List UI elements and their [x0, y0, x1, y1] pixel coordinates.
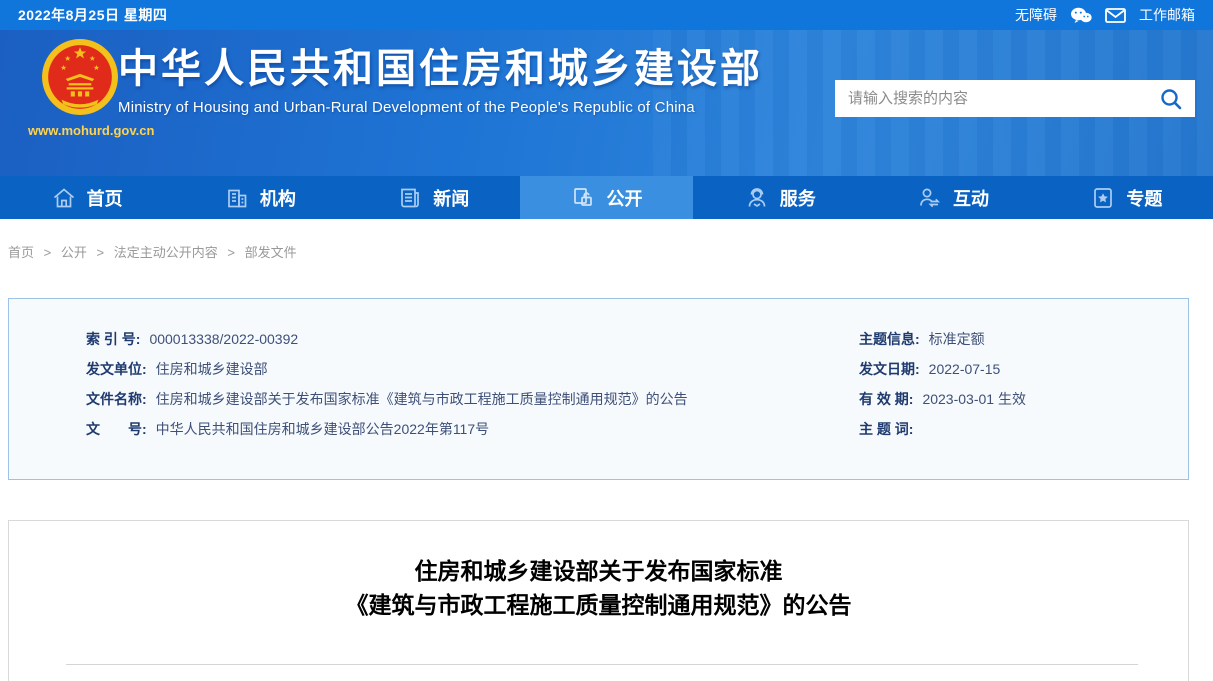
- news-icon: [397, 185, 423, 211]
- article-title: 住房和城乡建设部关于发布国家标准 《建筑与市政工程施工质量控制通用规范》的公告: [9, 554, 1188, 622]
- breadcrumb-ministry-documents[interactable]: 部发文件: [245, 245, 297, 260]
- nav-label: 新闻: [433, 188, 470, 209]
- title-divider: [66, 664, 1138, 665]
- article-title-line1: 住房和城乡建设部关于发布国家标准: [414, 558, 783, 584]
- document-info-card: 索 引 号: 000013338/2022-00392 发文单位: 住房和城乡建…: [8, 298, 1189, 480]
- info-label: 发文日期:: [859, 361, 920, 377]
- wechat-icon[interactable]: [1070, 7, 1092, 24]
- breadcrumb: 首页 > 公开 > 法定主动公开内容 > 部发文件: [0, 219, 1213, 261]
- info-label: 文 号:: [86, 421, 147, 437]
- info-value: 2022-07-15: [928, 361, 1001, 377]
- article-title-line2: 《建筑与市政工程施工质量控制通用规范》的公告: [345, 592, 852, 618]
- topics-icon: [1090, 185, 1116, 211]
- info-value: 2023-03-01 生效: [922, 391, 1026, 407]
- info-row-issue-date: 发文日期: 2022-07-15: [859, 354, 1188, 384]
- national-emblem-logo: [41, 39, 119, 120]
- nav-label: 专题: [1126, 188, 1163, 209]
- nav-label: 互动: [953, 188, 990, 209]
- breadcrumb-separator: >: [43, 245, 52, 260]
- breadcrumb-home[interactable]: 首页: [8, 245, 34, 260]
- article-card: 住房和城乡建设部关于发布国家标准 《建筑与市政工程施工质量控制通用规范》的公告 …: [8, 520, 1189, 681]
- site-header: www.mohurd.gov.cn 中华人民共和国住房和城乡建设部 Minist…: [0, 30, 1213, 176]
- nav-item-topics[interactable]: 专题: [1040, 176, 1213, 219]
- nav-label: 服务: [779, 188, 816, 209]
- breadcrumb-separator: >: [227, 245, 235, 260]
- search-icon[interactable]: [1160, 88, 1182, 110]
- top-bar: 2022年8月25日 星期四 无障碍 工作邮箱: [0, 0, 1213, 30]
- site-url: www.mohurd.gov.cn: [28, 123, 155, 138]
- main-nav: 首页 机构 新闻 公开 服务 互动 专题: [0, 176, 1213, 219]
- info-row-keywords: 主 题 词:: [859, 414, 1188, 444]
- info-label: 主题信息:: [859, 331, 920, 347]
- info-row-effective-date: 有 效 期: 2023-03-01 生效: [859, 384, 1188, 414]
- breadcrumb-separator: >: [96, 245, 105, 260]
- organization-icon: [224, 185, 250, 211]
- nav-item-interaction[interactable]: 互动: [866, 176, 1039, 219]
- info-row-document-name: 文件名称: 住房和城乡建设部关于发布国家标准《建筑与市政工程施工质量控制通用规范…: [86, 384, 859, 414]
- info-label: 主 题 词:: [859, 421, 914, 437]
- nav-item-news[interactable]: 新闻: [347, 176, 520, 219]
- nav-item-disclosure[interactable]: 公开: [519, 176, 694, 219]
- info-row-index-number: 索 引 号: 000013338/2022-00392: [86, 324, 859, 354]
- home-icon: [51, 185, 77, 211]
- nav-item-services[interactable]: 服务: [693, 176, 866, 219]
- info-value: 000013338/2022-00392: [149, 331, 299, 347]
- site-title: 中华人民共和国住房和城乡建设部: [118, 47, 763, 91]
- info-row-subject-info: 主题信息: 标准定额: [859, 324, 1188, 354]
- breadcrumb-disclosure[interactable]: 公开: [61, 245, 87, 260]
- nav-label: 公开: [606, 188, 643, 209]
- info-value: 中华人民共和国住房和城乡建设部公告2022年第117号: [155, 421, 490, 437]
- interaction-icon: [917, 185, 943, 211]
- nav-label: 机构: [259, 188, 296, 209]
- breadcrumb-statutory-content[interactable]: 法定主动公开内容: [114, 245, 218, 260]
- search-input[interactable]: [848, 90, 1160, 107]
- info-label: 发文单位:: [86, 361, 147, 377]
- info-label: 文件名称:: [86, 391, 147, 407]
- disclosure-icon: [570, 185, 596, 211]
- info-value: 住房和城乡建设部: [155, 361, 268, 377]
- service-icon: [744, 185, 770, 211]
- accessibility-link[interactable]: 无障碍: [1015, 5, 1057, 25]
- info-label: 有 效 期:: [859, 391, 914, 407]
- info-row-issuing-unit: 发文单位: 住房和城乡建设部: [86, 354, 859, 384]
- nav-label: 首页: [86, 188, 123, 209]
- nav-item-home[interactable]: 首页: [0, 176, 173, 219]
- mail-icon: [1105, 7, 1126, 23]
- site-subtitle: Ministry of Housing and Urban-Rural Deve…: [118, 99, 695, 116]
- work-mailbox-link[interactable]: 工作邮箱: [1139, 5, 1195, 25]
- info-value: 标准定额: [928, 331, 985, 347]
- info-row-document-number: 文 号: 中华人民共和国住房和城乡建设部公告2022年第117号: [86, 414, 859, 444]
- info-value: 住房和城乡建设部关于发布国家标准《建筑与市政工程施工质量控制通用规范》的公告: [155, 391, 688, 407]
- current-date: 2022年8月25日 星期四: [18, 7, 168, 23]
- nav-item-organization[interactable]: 机构: [173, 176, 346, 219]
- info-label: 索 引 号:: [86, 331, 141, 347]
- search-box: [835, 80, 1195, 117]
